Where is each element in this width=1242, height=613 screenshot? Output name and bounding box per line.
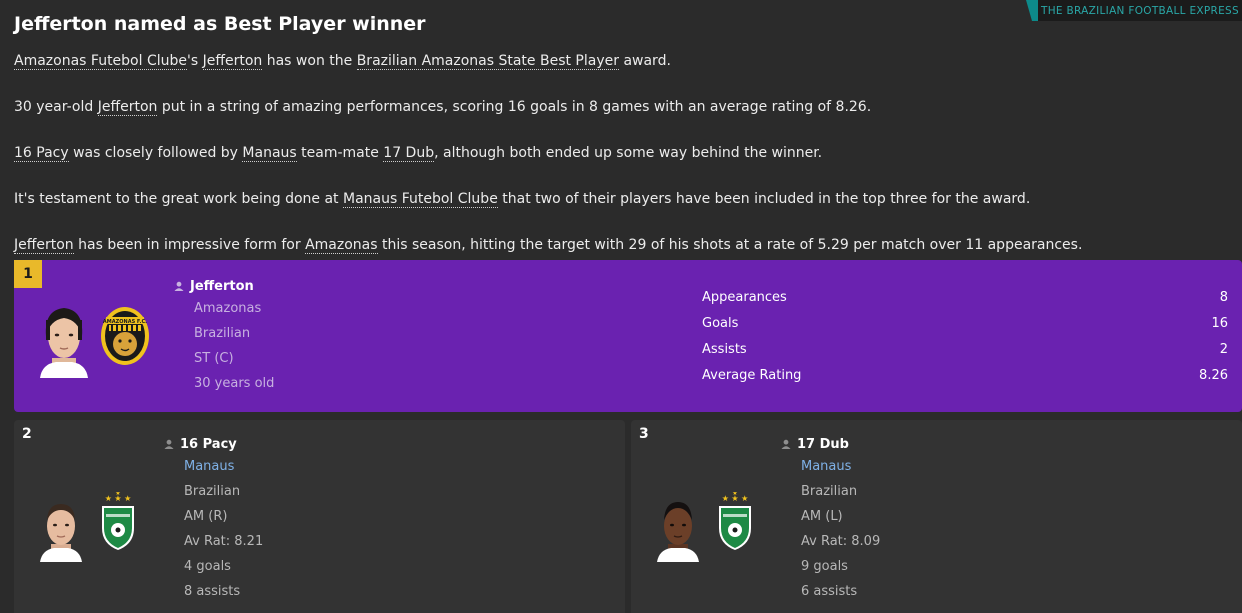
rank-label: 2 — [22, 426, 32, 442]
text: this season, hitting the target with 29 … — [377, 237, 1083, 253]
player-assists: 6 assists — [801, 584, 858, 599]
runner-card-second: 2 ★ ★ ★ ★ 16 Pacy Manaus Brazilian AM (R… — [14, 420, 625, 613]
stat-value: 8 — [1219, 290, 1228, 305]
club-crest-amazonas[interactable]: AMAZONAS F.C. — [100, 306, 150, 366]
player-nationality: Brazilian — [194, 326, 251, 341]
stat-label: Appearances — [702, 290, 787, 305]
link-club-manaus[interactable]: Manaus — [242, 145, 297, 162]
player-club[interactable]: Manaus — [801, 454, 880, 479]
stat-label: Assists — [702, 342, 747, 357]
stat-row-average-rating: Average Rating 8.26 — [702, 363, 1228, 389]
paragraph-2: 30 year-old Jefferton put in a string of… — [14, 99, 872, 116]
winner-info: Jefferton Amazonas Brazilian ST (C) 30 y… — [174, 276, 274, 396]
person-icon — [164, 439, 174, 449]
link-player-pacy[interactable]: 16 Pacy — [14, 145, 69, 162]
person-icon — [781, 439, 791, 449]
person-icon — [174, 281, 184, 291]
player-name-row[interactable]: 16 Pacy — [164, 434, 263, 454]
player-age: 30 years old — [194, 376, 275, 391]
link-player-jefferton[interactable]: Jefferton — [97, 99, 158, 116]
player-position: AM (L) — [801, 509, 843, 524]
headline: Jefferton named as Best Player winner — [14, 13, 426, 35]
link-player-jefferton[interactable]: Jefferton — [202, 53, 263, 70]
runner-card-third: 3 ★ ★ ★ ★ 17 Dub Manaus Brazilian AM (L) — [631, 420, 1242, 613]
player-nationality: Brazilian — [801, 484, 858, 499]
player-goals: 4 goals — [184, 559, 231, 574]
winner-card: 1 AMAZONAS F.C. Jefferton Amazonas Brazi… — [14, 260, 1242, 412]
link-club-amazonas[interactable]: Amazonas — [305, 237, 378, 254]
link-award[interactable]: Brazilian Amazonas State Best Player — [356, 53, 619, 70]
stat-row-assists: Assists 2 — [702, 337, 1228, 363]
rank-label: 3 — [639, 426, 649, 442]
player-nationality: Brazilian — [184, 484, 241, 499]
stat-row-appearances: Appearances 8 — [702, 285, 1228, 311]
club-crest-manaus[interactable]: ★ ★ ★ ★ — [100, 492, 136, 552]
text: put in a string of amazing performances,… — [157, 99, 872, 115]
stat-value: 2 — [1219, 342, 1228, 357]
crest-text: AMAZONAS F.C. — [103, 319, 147, 325]
paragraph-5: Jefferton has been in impressive form fo… — [14, 237, 1083, 254]
second-info: 16 Pacy Manaus Brazilian AM (R) Av Rat: … — [164, 434, 263, 604]
player-position: AM (R) — [184, 509, 228, 524]
stat-row-goals: Goals 16 — [702, 311, 1228, 337]
news-source-tag: THE BRAZILIAN FOOTBALL EXPRESS — [1026, 0, 1242, 21]
text: It's testament to the great work being d… — [14, 191, 343, 207]
link-club-amazonas-fc[interactable]: Amazonas Futebol Clube — [14, 53, 187, 70]
text: 's — [187, 53, 203, 69]
club-crest-manaus[interactable]: ★ ★ ★ ★ — [717, 492, 753, 552]
player-name[interactable]: Jefferton — [190, 279, 254, 294]
player-club[interactable]: Amazonas — [194, 296, 274, 321]
player-face-pacy[interactable] — [38, 496, 84, 562]
stat-label: Average Rating — [702, 368, 802, 383]
text: team-mate — [296, 145, 384, 161]
link-player-dub[interactable]: 17 Dub — [383, 145, 435, 162]
player-name-row[interactable]: 17 Dub — [781, 434, 880, 454]
player-club[interactable]: Manaus — [184, 454, 263, 479]
stat-value: 8.26 — [1199, 368, 1228, 383]
rank-badge: 1 — [14, 260, 42, 288]
news-source-label: THE BRAZILIAN FOOTBALL EXPRESS — [1041, 4, 1239, 17]
text: has been in impressive form for — [73, 237, 306, 253]
player-position: ST (C) — [194, 351, 234, 366]
paragraph-3: 16 Pacy was closely followed by Manaus t… — [14, 145, 823, 162]
player-assists: 8 assists — [184, 584, 241, 599]
player-goals: 9 goals — [801, 559, 848, 574]
player-rating: Av Rat: 8.21 — [184, 534, 264, 549]
link-club-manaus-fc[interactable]: Manaus Futebol Clube — [342, 191, 498, 208]
stat-value: 16 — [1211, 316, 1228, 331]
svg-text:★: ★ — [115, 492, 120, 497]
svg-text:★: ★ — [732, 492, 737, 497]
text: that two of their players have been incl… — [497, 191, 1031, 207]
text: , although both ended up some way behind… — [434, 145, 823, 161]
player-face-jefferton[interactable] — [38, 302, 90, 378]
text: 30 year-old — [14, 99, 98, 115]
player-face-dub[interactable] — [655, 496, 701, 562]
third-info: 17 Dub Manaus Brazilian AM (L) Av Rat: 8… — [781, 434, 880, 604]
paragraph-1: Amazonas Futebol Clube's Jefferton has w… — [14, 53, 671, 70]
text: was closely followed by — [68, 145, 243, 161]
paragraph-4: It's testament to the great work being d… — [14, 191, 1031, 208]
text: award. — [619, 53, 671, 69]
player-name[interactable]: 17 Dub — [797, 437, 849, 452]
player-name-row[interactable]: Jefferton — [174, 276, 274, 296]
stat-label: Goals — [702, 316, 739, 331]
winner-stats: Appearances 8 Goals 16 Assists 2 Average… — [702, 285, 1228, 389]
link-player-jefferton[interactable]: Jefferton — [14, 237, 74, 254]
player-name[interactable]: 16 Pacy — [180, 437, 237, 452]
player-rating: Av Rat: 8.09 — [801, 534, 881, 549]
text: has won the — [262, 53, 357, 69]
